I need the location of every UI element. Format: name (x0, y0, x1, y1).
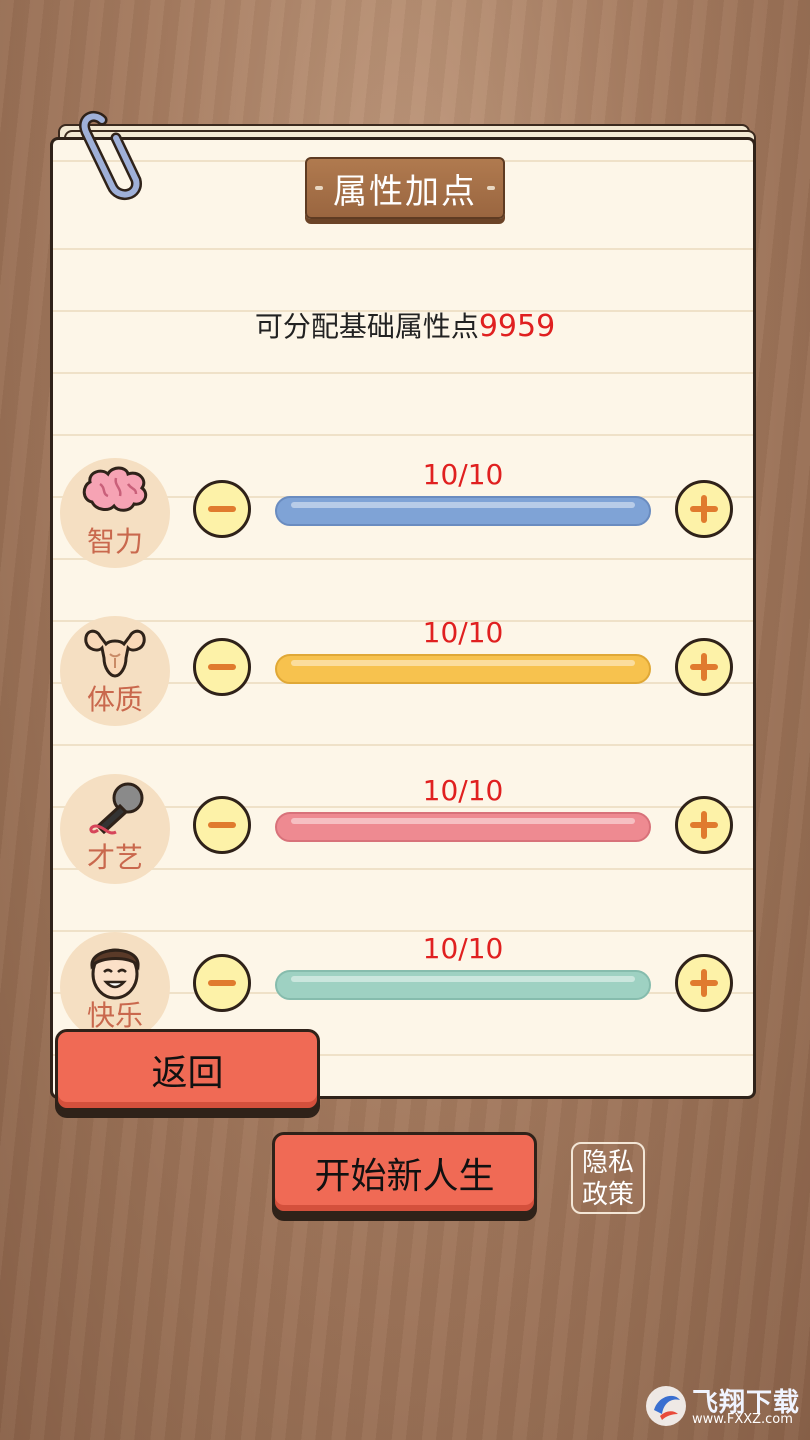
page-title-text: 属性加点 (333, 171, 477, 212)
watermark-logo-icon (646, 1386, 686, 1426)
attribute-value: 10/10 (422, 774, 504, 807)
minus-icon (208, 980, 236, 986)
intelligence-progress-bar (275, 496, 651, 526)
minus-icon (208, 506, 236, 512)
nail-right (487, 186, 495, 190)
minus-icon (208, 822, 236, 828)
happiness-progress-bar (275, 970, 651, 1000)
increase-happiness-button[interactable] (675, 954, 733, 1012)
privacy-policy-button[interactable]: 隐私 政策 (571, 1142, 645, 1214)
avatar-talent: 才艺 (60, 774, 170, 884)
decrease-happiness-button[interactable] (193, 954, 251, 1012)
increase-constitution-button[interactable] (675, 638, 733, 696)
decrease-intelligence-button[interactable] (193, 480, 251, 538)
decrease-talent-button[interactable] (193, 796, 251, 854)
privacy-policy-line1: 隐私 (581, 1148, 634, 1178)
attribute-value: 10/10 (422, 458, 504, 491)
increase-intelligence-button[interactable] (675, 480, 733, 538)
attribute-value: 10/10 (422, 616, 504, 649)
attribute-label: 才艺 (86, 841, 143, 874)
minus-icon (208, 664, 236, 670)
attribute-value: 10/10 (422, 932, 504, 965)
attribute-label: 智力 (86, 525, 143, 558)
attribute-label: 体质 (86, 683, 143, 716)
paperclip-icon (79, 111, 142, 200)
attribute-row-talent: 才艺 10/10 (0, 774, 810, 894)
privacy-policy-line2: 政策 (581, 1180, 634, 1210)
avatar-happiness: 快乐 (60, 932, 170, 1042)
attribute-row-constitution: 体质 10/10 (0, 616, 810, 736)
back-button[interactable]: 返回 (55, 1029, 320, 1111)
attribute-label: 快乐 (86, 999, 143, 1032)
available-points: 可分配基础属性点9959 (0, 305, 810, 345)
avatar-intelligence: 智力 (60, 458, 170, 568)
attribute-row-intelligence: 智力 10/10 (0, 458, 810, 578)
watermark: 飞翔下载 www.FXXZ.com (644, 1380, 804, 1432)
available-points-label: 可分配基础属性点 (254, 310, 479, 343)
available-points-value: 9959 (478, 309, 556, 344)
increase-talent-button[interactable] (675, 796, 733, 854)
page-title: 属性加点 (305, 157, 505, 219)
smiling-face-icon (90, 948, 140, 1000)
constitution-progress-bar (275, 654, 651, 684)
watermark-url: www.FXXZ.com (692, 1412, 793, 1427)
start-new-life-button[interactable]: 开始新人生 (272, 1132, 537, 1214)
brain-icon (82, 466, 148, 512)
nail-left (315, 186, 323, 190)
microphone-icon (89, 782, 144, 835)
muscle-icon (84, 629, 146, 678)
avatar-constitution: 体质 (60, 616, 170, 726)
talent-progress-bar (275, 812, 651, 842)
decrease-constitution-button[interactable] (193, 638, 251, 696)
